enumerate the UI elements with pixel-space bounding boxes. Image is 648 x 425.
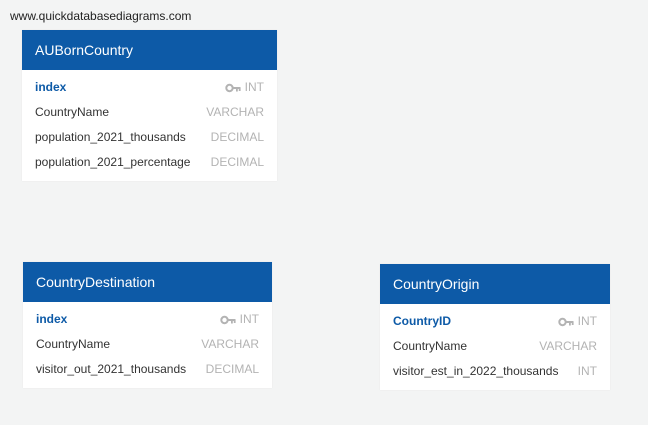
column-type: INT: [557, 309, 597, 334]
column-name: CountryName: [393, 339, 468, 353]
column-name: CountryName: [35, 105, 110, 119]
column-type: DECIMAL: [210, 130, 264, 144]
site-watermark: www.quickdatabasediagrams.com: [10, 9, 192, 23]
column-row[interactable]: visitor_est_in_2022_thousands INT: [380, 359, 610, 384]
column-name: visitor_est_in_2022_thousands: [393, 364, 559, 378]
table-columns: CountryID INT CountryName VARCHAR visito…: [380, 304, 610, 390]
column-row[interactable]: visitor_out_2021_thousands DECIMAL: [23, 357, 272, 382]
column-row[interactable]: CountryID INT: [380, 309, 610, 334]
column-row[interactable]: population_2021_percentage DECIMAL: [22, 150, 277, 175]
key-icon: [219, 315, 236, 325]
key-icon: [557, 317, 574, 327]
column-type-label: INT: [577, 314, 597, 328]
column-name: CountryName: [36, 337, 111, 351]
column-type-label: INT: [239, 312, 259, 326]
table-auborncountry[interactable]: AUBornCountry index INT CountryName VARC…: [22, 30, 277, 181]
column-type: DECIMAL: [210, 155, 264, 169]
table-title[interactable]: CountryOrigin: [380, 264, 610, 304]
column-row[interactable]: population_2021_thousands DECIMAL: [22, 125, 277, 150]
column-row[interactable]: CountryName VARCHAR: [22, 100, 277, 125]
column-type: VARCHAR: [201, 337, 259, 351]
table-title[interactable]: CountryDestination: [23, 262, 272, 302]
column-type: INT: [577, 364, 597, 378]
column-name: visitor_out_2021_thousands: [36, 362, 187, 376]
table-countryorigin[interactable]: CountryOrigin CountryID INT CountryName …: [380, 264, 610, 390]
column-row[interactable]: CountryName VARCHAR: [23, 332, 272, 357]
column-name: index: [36, 312, 68, 326]
column-type: VARCHAR: [206, 105, 264, 119]
column-row[interactable]: index INT: [22, 75, 277, 100]
key-icon: [224, 83, 241, 93]
column-name: CountryID: [393, 314, 451, 328]
column-type: VARCHAR: [539, 339, 597, 353]
table-countrydestination[interactable]: CountryDestination index INT CountryName…: [23, 262, 272, 388]
table-title[interactable]: AUBornCountry: [22, 30, 277, 70]
column-name: population_2021_thousands: [35, 130, 186, 144]
column-name: population_2021_percentage: [35, 155, 191, 169]
column-type-label: INT: [244, 80, 264, 94]
column-type: INT: [219, 307, 259, 332]
column-row[interactable]: index INT: [23, 307, 272, 332]
column-type: INT: [224, 75, 264, 100]
column-type: DECIMAL: [205, 362, 259, 376]
column-row[interactable]: CountryName VARCHAR: [380, 334, 610, 359]
table-columns: index INT CountryName VARCHAR visitor_ou…: [23, 302, 272, 388]
column-name: index: [35, 80, 67, 94]
table-columns: index INT CountryName VARCHAR population…: [22, 70, 277, 181]
